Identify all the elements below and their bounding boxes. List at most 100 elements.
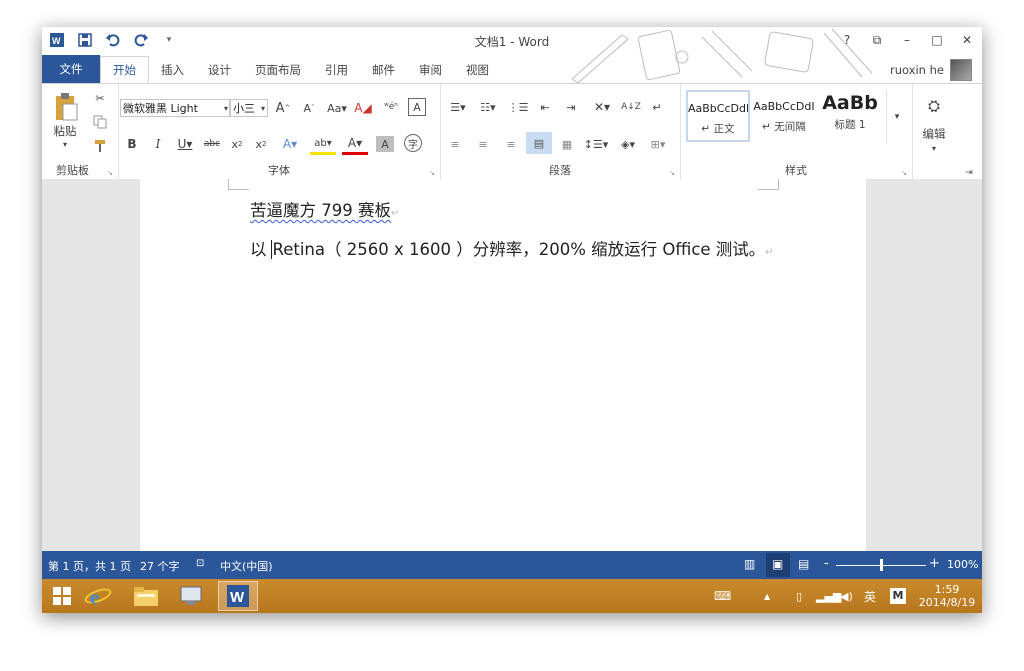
zoom-out-button[interactable]: - [824, 556, 829, 571]
sort-icon[interactable]: A↓Z [621, 98, 641, 116]
align-left-icon[interactable]: ≡ [446, 136, 464, 152]
touch-keyboard-icon[interactable]: ⌨ [714, 579, 731, 613]
zoom-slider-thumb[interactable] [880, 559, 883, 571]
style-heading-1[interactable]: AaBb 标题 1 [818, 90, 882, 142]
paste-button[interactable]: 粘贴 [50, 124, 80, 138]
document-line-2[interactable]: 以 Retina（ 2560 x 1600 ）分辨率，200% 缩放运行 Offi… [250, 236, 774, 260]
print-layout-icon[interactable]: ▣ [772, 557, 783, 571]
copy-icon[interactable] [92, 114, 108, 130]
user-account[interactable]: ruoxin he [890, 59, 972, 81]
page-count[interactable]: 第 1 页，共 1 页 [48, 558, 131, 574]
start-button-icon[interactable] [42, 581, 82, 611]
font-launcher-icon[interactable]: ↘ [428, 169, 436, 177]
line-spacing-icon[interactable]: ↕☰▾ [584, 136, 609, 152]
ime-language[interactable]: 英 [864, 579, 876, 613]
underline-icon[interactable]: U▾ [174, 136, 196, 152]
ime-mode-indicator[interactable]: M [890, 579, 906, 613]
highlight-color-icon[interactable]: ab▾ [310, 134, 336, 155]
tab-mailings[interactable]: 邮件 [360, 57, 407, 83]
editing-dropdown-icon[interactable]: ▾ [930, 144, 938, 153]
distributed-icon[interactable]: ▦ [558, 136, 576, 152]
increase-indent-icon[interactable]: ⇥ [562, 98, 580, 116]
collapse-ribbon-icon[interactable]: ⇥ [962, 168, 976, 178]
clock[interactable]: 1:59 2014/8/19 [914, 579, 980, 613]
align-right-icon[interactable]: ≡ [502, 136, 520, 152]
tab-insert[interactable]: 插入 [149, 57, 196, 83]
cut-icon[interactable]: ✂ [92, 90, 108, 106]
italic-icon[interactable]: I [150, 136, 166, 152]
shading-icon[interactable]: ◈▾ [616, 136, 640, 152]
word-taskbar-icon[interactable]: W [218, 581, 258, 611]
language-indicator[interactable]: 中文(中国) [220, 558, 273, 574]
change-case-icon[interactable]: Aa▾ [326, 99, 348, 117]
styles-more-icon[interactable]: ▾ [886, 90, 907, 144]
tab-page-layout[interactable]: 页面布局 [243, 57, 313, 83]
volume-icon[interactable]: ◀) [840, 579, 853, 613]
numbering-icon[interactable]: ☷▾ [476, 98, 500, 116]
tab-design[interactable]: 设计 [196, 57, 243, 83]
clipboard-launcher-icon[interactable]: ↘ [106, 169, 114, 177]
subscript-icon[interactable]: x2 [228, 136, 246, 152]
minimize-button[interactable]: – [892, 27, 922, 53]
character-border-icon[interactable]: A [408, 98, 426, 116]
avatar[interactable] [950, 59, 972, 81]
maximize-button[interactable]: □ [922, 27, 952, 53]
styles-launcher-icon[interactable]: ↘ [900, 169, 908, 177]
font-family-select[interactable]: 微软雅黑 Light [120, 99, 230, 117]
tab-home[interactable]: 开始 [100, 56, 149, 84]
grow-font-icon[interactable]: A ^ [274, 99, 292, 117]
shrink-font-icon[interactable]: Aˇ [300, 99, 318, 117]
superscript-icon[interactable]: x2 [252, 136, 270, 152]
enclose-characters-icon[interactable]: 字 [404, 134, 422, 152]
binoculars-icon[interactable]: ⛭ [924, 96, 944, 116]
document-page[interactable]: 苦逼魔方 799 赛板↵ 以 Retina（ 2560 x 1600 ）分辨率，2… [140, 179, 866, 551]
tab-view[interactable]: 视图 [454, 57, 501, 83]
read-mode-icon[interactable]: ▥ [744, 557, 755, 571]
font-family-dropdown-icon[interactable]: ▾ [222, 101, 230, 115]
file-explorer-icon[interactable] [126, 581, 166, 611]
close-button[interactable]: ✕ [952, 27, 982, 53]
style-no-spacing[interactable]: AaBbCcDdI ↵ 无间隔 [752, 90, 816, 142]
clock-date: 2014/8/19 [918, 596, 976, 609]
proofing-icon[interactable]: ⊡ [196, 558, 204, 569]
paragraph-launcher-icon[interactable]: ↘ [668, 169, 676, 177]
phonetic-guide-icon[interactable]: ʷéⁿ [382, 97, 400, 117]
tab-references[interactable]: 引用 [313, 57, 360, 83]
internet-explorer-icon[interactable]: e [78, 581, 118, 611]
align-center-icon[interactable]: ≡ [474, 136, 492, 152]
paragraph-group: ☰▾ ☷▾ ⋮☰ ⇤ ⇥ ✕▾ A↓Z ↵ ≡ ≡ ≡ ▤ ▦ ↕☰▾ ◈▾ ⊞… [440, 84, 681, 180]
show-hidden-icons-icon[interactable]: ▲ [764, 579, 770, 613]
font-color-icon[interactable]: A▾ [342, 134, 368, 155]
tab-review[interactable]: 审阅 [407, 57, 454, 83]
tab-file[interactable]: 文件 [42, 55, 100, 83]
show-hide-marks-icon[interactable]: ↵ [648, 98, 666, 116]
zoom-in-button[interactable]: + [929, 556, 940, 571]
font-size-dropdown-icon[interactable]: ▾ [259, 101, 267, 115]
help-button[interactable]: ? [832, 27, 862, 53]
multilevel-list-icon[interactable]: ⋮☰ [506, 98, 530, 116]
text-effects-icon[interactable]: A▾ [278, 136, 302, 152]
network-signal-icon[interactable]: ▂▄▆ [816, 579, 841, 613]
borders-icon[interactable]: ⊞▾ [646, 136, 670, 152]
format-painter-icon[interactable] [92, 138, 108, 154]
style-normal[interactable]: AaBbCcDdI ↵ 正文 [686, 90, 750, 142]
strikethrough-icon[interactable]: abc [202, 136, 222, 152]
document-line-1[interactable]: 苦逼魔方 799 赛板↵ [250, 197, 399, 221]
remote-desktop-icon[interactable] [172, 581, 212, 611]
ribbon-display-options-button[interactable]: ⧉ [862, 27, 892, 53]
status-bar: 第 1 页，共 1 页 27 个字 ⊡ 中文(中国) ▥ ▣ ▤ - + 100… [42, 551, 982, 579]
power-icon[interactable]: ▯ [796, 579, 802, 613]
editing-button[interactable]: 编辑 [914, 126, 954, 142]
web-layout-icon[interactable]: ▤ [798, 557, 809, 571]
paste-icon[interactable] [52, 92, 80, 122]
word-count[interactable]: 27 个字 [140, 558, 180, 574]
paste-dropdown-icon[interactable]: ▾ [60, 139, 70, 149]
bullets-icon[interactable]: ☰▾ [446, 98, 470, 116]
decrease-indent-icon[interactable]: ⇤ [536, 98, 554, 116]
clear-formatting-icon[interactable]: A◢ [354, 99, 372, 117]
zoom-level[interactable]: 100% [947, 558, 978, 571]
justify-icon[interactable]: ▤ [526, 132, 552, 154]
bold-icon[interactable]: B [124, 136, 140, 152]
chinese-layout-icon[interactable]: ✕▾ [590, 98, 614, 116]
character-shading-icon[interactable]: A [376, 136, 394, 152]
